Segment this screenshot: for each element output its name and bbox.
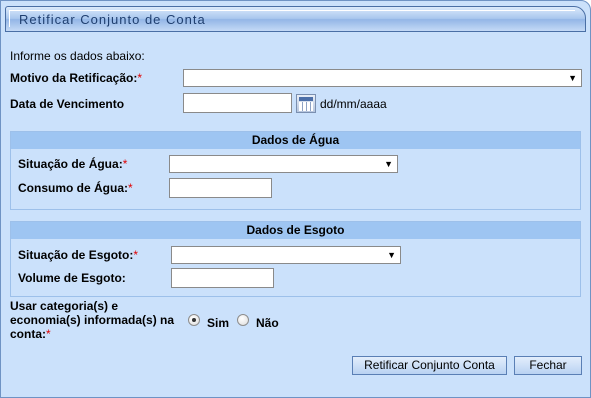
chevron-down-icon: ▼ bbox=[568, 73, 577, 83]
motivo-select[interactable]: ▼ bbox=[183, 69, 582, 87]
esgoto-heading: Dados de Esgoto bbox=[11, 222, 580, 239]
situacao-esgoto-label: Situação de Esgoto:* bbox=[18, 248, 139, 262]
situacao-agua-select[interactable]: ▼ bbox=[169, 155, 398, 173]
consumo-agua-label: Consumo de Água:* bbox=[18, 181, 133, 195]
volume-esgoto-label: Volume de Esgoto: bbox=[18, 271, 126, 285]
intro-text: Informe os dados abaixo: bbox=[10, 49, 145, 63]
radio-sim-label: Sim bbox=[207, 316, 230, 330]
fechar-button[interactable]: Fechar bbox=[514, 356, 582, 375]
date-format-hint: dd/mm/aaaa bbox=[320, 97, 387, 111]
required-mark: * bbox=[128, 181, 133, 195]
required-mark: * bbox=[122, 157, 128, 171]
dialog-panel: Retificar Conjunto de Conta Informe os d… bbox=[0, 0, 591, 398]
required-mark: * bbox=[137, 71, 143, 85]
categoria-label: Usar categoria(s) e economia(s) informad… bbox=[10, 299, 175, 341]
chevron-down-icon: ▼ bbox=[384, 159, 393, 169]
consumo-agua-input[interactable] bbox=[169, 178, 272, 198]
calendar-icon[interactable] bbox=[296, 94, 316, 113]
required-mark: * bbox=[46, 327, 51, 341]
retificar-button[interactable]: Retificar Conjunto Conta bbox=[352, 356, 507, 375]
radio-nao[interactable] bbox=[237, 314, 249, 326]
agua-heading: Dados de Água bbox=[11, 132, 580, 149]
radio-nao-label: Não bbox=[256, 316, 279, 330]
radio-sim[interactable] bbox=[188, 314, 200, 326]
situacao-esgoto-select[interactable]: ▼ bbox=[171, 246, 401, 264]
data-vencimento-input[interactable] bbox=[183, 93, 292, 113]
motivo-label: Motivo da Retificação:* bbox=[10, 71, 143, 85]
chevron-down-icon: ▼ bbox=[387, 250, 396, 260]
volume-esgoto-input[interactable] bbox=[171, 268, 274, 288]
situacao-agua-label: Situação de Água:* bbox=[18, 157, 128, 171]
data-vencimento-label: Data de Vencimento bbox=[10, 97, 125, 111]
required-mark: * bbox=[133, 248, 139, 262]
title-bar: Retificar Conjunto de Conta bbox=[5, 6, 586, 32]
window-title: Retificar Conjunto de Conta bbox=[19, 12, 206, 27]
